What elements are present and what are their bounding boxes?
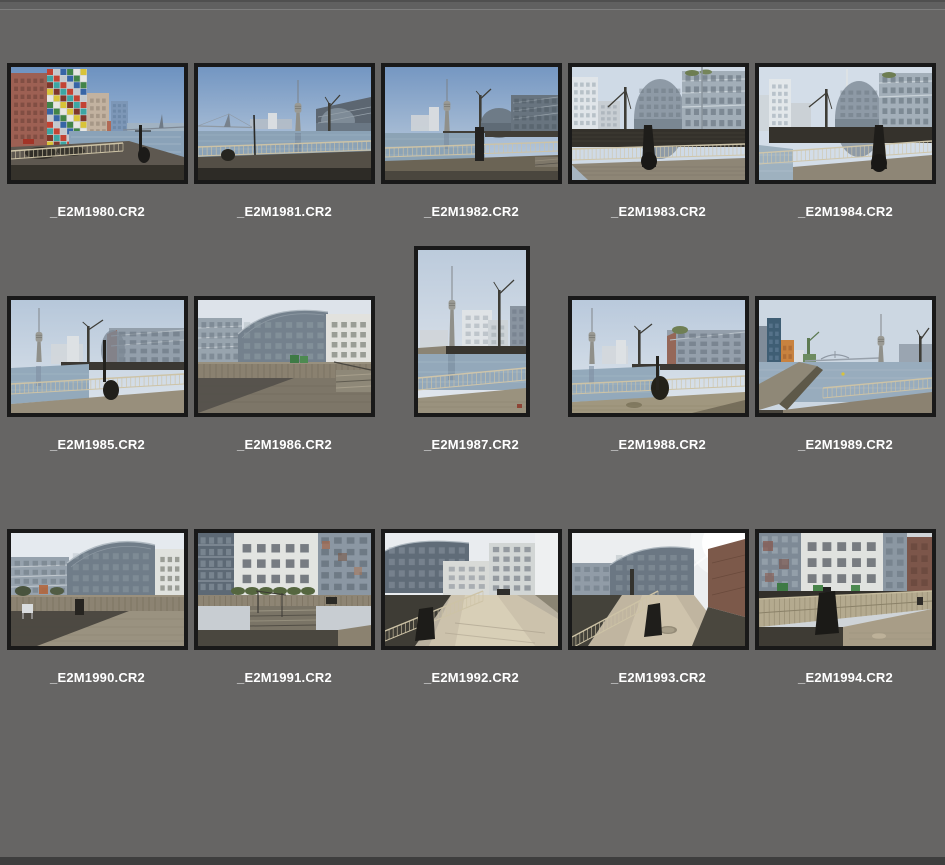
photo-cell: _E2M1987.CR2 (378, 245, 565, 452)
status-bar (0, 857, 945, 865)
photo-cell: _E2M1988.CR2 (565, 245, 752, 452)
photo-filename[interactable]: _E2M1989.CR2 (798, 437, 893, 452)
photo-filename[interactable]: _E2M1982.CR2 (424, 204, 519, 219)
photo-filename[interactable]: _E2M1987.CR2 (424, 437, 519, 452)
thumb-area (194, 245, 375, 417)
photo-image (385, 533, 558, 646)
photo-thumbnail[interactable] (7, 63, 188, 184)
thumb-area (381, 529, 562, 650)
photo-image (418, 250, 526, 413)
photo-filename[interactable]: _E2M1986.CR2 (237, 437, 332, 452)
thumb-area (194, 63, 375, 184)
photo-filename[interactable]: _E2M1994.CR2 (798, 670, 893, 685)
photo-cell: _E2M1983.CR2 (565, 63, 752, 219)
photo-cell: _E2M1985.CR2 (4, 245, 191, 452)
photo-thumbnail[interactable] (194, 529, 375, 650)
photo-cell: _E2M1981.CR2 (191, 63, 378, 219)
photo-filename[interactable]: _E2M1980.CR2 (50, 204, 145, 219)
photo-filename[interactable]: _E2M1990.CR2 (50, 670, 145, 685)
thumb-area (755, 529, 936, 650)
photo-image (385, 67, 558, 180)
top-bar (0, 0, 945, 10)
thumb-area (7, 245, 188, 417)
thumb-area (194, 529, 375, 650)
photo-filename[interactable]: _E2M1993.CR2 (611, 670, 706, 685)
photo-thumbnail[interactable] (7, 529, 188, 650)
thumb-area (381, 63, 562, 184)
photo-image (198, 533, 371, 646)
photo-cell: _E2M1994.CR2 (752, 529, 939, 685)
photo-cell: _E2M1989.CR2 (752, 245, 939, 452)
photo-thumbnail[interactable] (194, 296, 375, 417)
photo-filename[interactable]: _E2M1983.CR2 (611, 204, 706, 219)
thumbnail-row-1: _E2M1980.CR2 _E2M1981.CR2 _E2M1982.CR2 _E2M… (4, 63, 939, 219)
photo-image (759, 533, 932, 646)
photo-thumbnail[interactable] (381, 63, 562, 184)
photo-image (572, 67, 745, 180)
thumb-area (755, 245, 936, 417)
photo-image (759, 67, 932, 180)
photo-cell: _E2M1993.CR2 (565, 529, 752, 685)
photo-image (11, 533, 184, 646)
photo-thumbnail[interactable] (381, 529, 562, 650)
photo-thumbnail[interactable] (568, 296, 749, 417)
photo-cell: _E2M1992.CR2 (378, 529, 565, 685)
photo-image (198, 300, 371, 413)
thumbnail-row-2: _E2M1985.CR2 _E2M1986.CR2 _E2M1987.CR2 _E2M… (4, 245, 939, 452)
photo-image (11, 300, 184, 413)
photo-cell: _E2M1991.CR2 (191, 529, 378, 685)
photo-cell: _E2M1984.CR2 (752, 63, 939, 219)
photo-filename[interactable]: _E2M1992.CR2 (424, 670, 519, 685)
photo-thumbnail[interactable] (755, 296, 936, 417)
photo-cell: _E2M1980.CR2 (4, 63, 191, 219)
thumb-area (568, 529, 749, 650)
photo-thumbnail[interactable] (755, 529, 936, 650)
thumb-area (7, 529, 188, 650)
photo-cell: _E2M1990.CR2 (4, 529, 191, 685)
photo-thumbnail[interactable] (414, 246, 530, 417)
thumb-area (7, 63, 188, 184)
photo-thumbnail[interactable] (7, 296, 188, 417)
photo-image (572, 533, 745, 646)
photo-image (198, 67, 371, 180)
photo-thumbnail[interactable] (194, 63, 375, 184)
photo-image (572, 300, 745, 413)
thumb-area (568, 245, 749, 417)
thumb-area (755, 63, 936, 184)
thumb-area (414, 245, 530, 417)
photo-image (759, 300, 932, 413)
photo-thumbnail[interactable] (755, 63, 936, 184)
photo-cell: _E2M1986.CR2 (191, 245, 378, 452)
photo-filename[interactable]: _E2M1984.CR2 (798, 204, 893, 219)
photo-filename[interactable]: _E2M1985.CR2 (50, 437, 145, 452)
thumbnail-row-3: _E2M1990.CR2 _E2M1991.CR2 _E2M1992.CR2 _E2M… (4, 529, 939, 685)
photo-filename[interactable]: _E2M1988.CR2 (611, 437, 706, 452)
photo-image (11, 67, 184, 180)
photo-cell: _E2M1982.CR2 (378, 63, 565, 219)
photo-filename[interactable]: _E2M1981.CR2 (237, 204, 332, 219)
photo-filename[interactable]: _E2M1991.CR2 (237, 670, 332, 685)
photo-thumbnail[interactable] (568, 63, 749, 184)
photo-thumbnail[interactable] (568, 529, 749, 650)
thumb-area (568, 63, 749, 184)
